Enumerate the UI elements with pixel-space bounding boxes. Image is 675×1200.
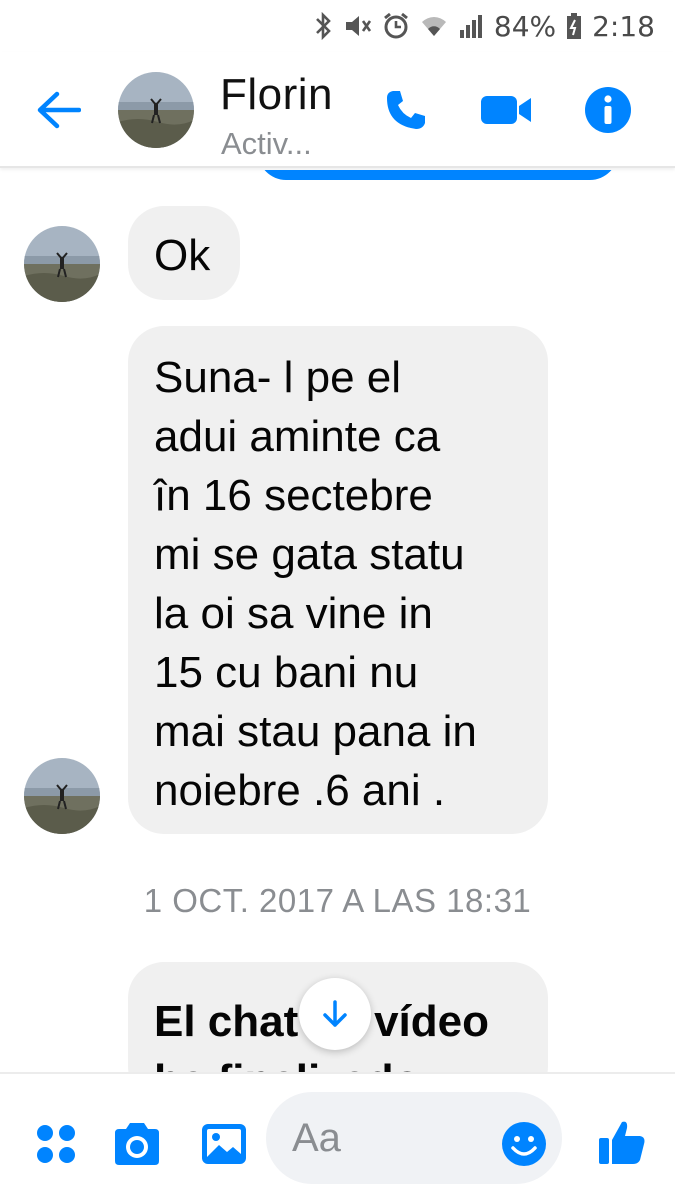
message-composer [0, 1072, 675, 1200]
thumbs-up-icon [599, 1121, 645, 1164]
emoji-button[interactable] [496, 1116, 552, 1172]
contact-status: Activ... [221, 126, 312, 161]
clock: 2:18 [592, 9, 655, 43]
image-icon [202, 1124, 246, 1164]
arrow-left-icon [37, 91, 81, 129]
four-dots-icon [37, 1125, 75, 1163]
battery-icon [566, 12, 582, 40]
message-timestamp: 1 OCT. 2017 A LAS 18:31 [143, 882, 532, 919]
contact-avatar[interactable] [118, 72, 194, 148]
sender-avatar[interactable] [24, 758, 100, 834]
info-icon [585, 87, 631, 133]
scroll-to-bottom-button[interactable] [299, 978, 371, 1050]
phone-icon [387, 91, 425, 129]
conversation-header: Florin Activ... [0, 52, 675, 168]
sent-message-bubble[interactable] [258, 170, 618, 180]
info-button[interactable] [578, 82, 638, 138]
signal-icon [458, 12, 484, 40]
wifi-icon [420, 12, 448, 40]
received-message[interactable]: Suna- l pe el adui aminte ca în 16 secte… [128, 326, 548, 834]
video-camera-icon [481, 96, 531, 124]
smiley-icon [502, 1122, 546, 1166]
message-list[interactable]: Ok Suna- l pe el adui aminte ca în 16 se… [0, 170, 675, 1072]
contact-name[interactable]: Florin [220, 70, 333, 120]
call-button[interactable] [376, 82, 436, 138]
mute-icon [342, 12, 372, 40]
more-actions-button[interactable] [30, 1118, 82, 1170]
camera-button[interactable] [111, 1118, 163, 1170]
status-bar: 84% 2:18 [0, 0, 675, 52]
camera-icon [115, 1123, 159, 1165]
video-call-button[interactable] [477, 82, 537, 138]
gallery-button[interactable] [198, 1118, 250, 1170]
bluetooth-icon [314, 12, 332, 40]
back-button[interactable] [30, 82, 86, 138]
received-message[interactable]: Ok [128, 206, 240, 300]
battery-level: 84% [493, 9, 557, 43]
arrow-down-icon [323, 1000, 347, 1027]
like-button[interactable] [594, 1114, 650, 1170]
alarm-icon [382, 12, 410, 40]
sender-avatar[interactable] [24, 226, 100, 302]
